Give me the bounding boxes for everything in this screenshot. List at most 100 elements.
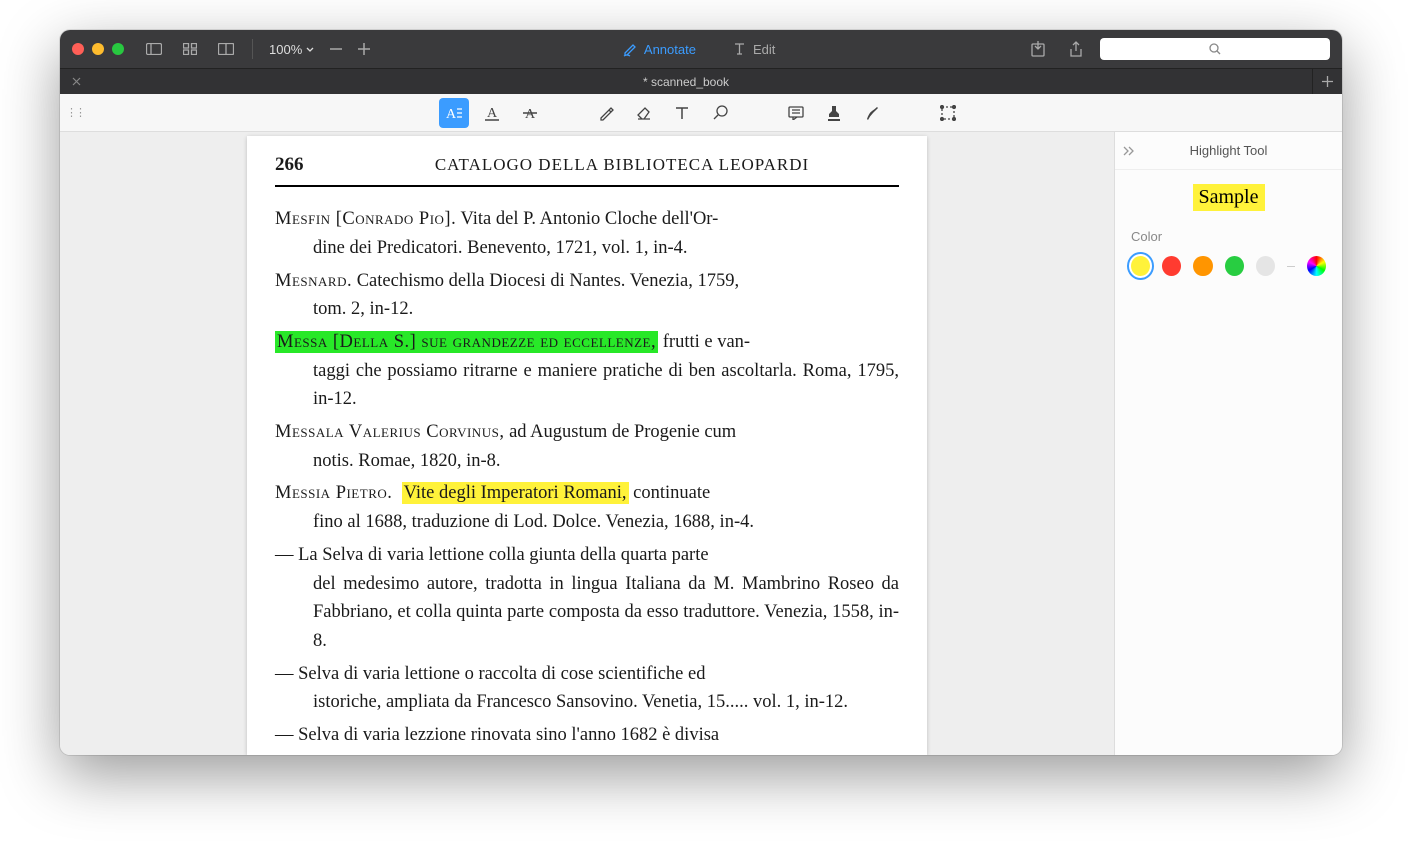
catalog-entry: Messia Pietro. Vite degli Imperatori Rom… [275, 479, 899, 536]
annotate-mode-button[interactable]: Annotate [615, 38, 704, 61]
zoom-out-button[interactable] [326, 35, 346, 63]
import-icon[interactable] [1024, 35, 1052, 63]
tabbar: * scanned_book [60, 68, 1342, 94]
zoom-level-label: 100% [269, 42, 302, 57]
color-swatches [1131, 256, 1326, 276]
entry-author: Messia Pietro. [275, 483, 392, 503]
signature-tool-button[interactable] [857, 98, 887, 128]
selection-tool-button[interactable] [933, 98, 963, 128]
zoom-control[interactable]: 100% [265, 42, 318, 57]
text-cursor-icon [732, 42, 747, 56]
color-swatch-orange[interactable] [1193, 256, 1212, 276]
catalog-entry: — Selva di varia lezzione rinovata sino … [275, 721, 899, 755]
app-window: 100% Annotate Edit [60, 30, 1342, 755]
highlight-tool-button[interactable]: A [439, 98, 469, 128]
page-header: 266 CATALOGO DELLA BIBLIOTECA LEOPARDI [275, 150, 899, 187]
catalog-entry: — La Selva di varia lettione colla giunt… [275, 541, 899, 656]
entry-text: Catechismo della Diocesi di Nantes. Vene… [352, 271, 739, 291]
eraser-tool-button[interactable] [629, 98, 659, 128]
underline-tool-button[interactable]: A [477, 98, 507, 128]
zoom-in-button[interactable] [354, 35, 374, 63]
page-header-title: CATALOGO DELLA BIBLIOTECA LEOPARDI [345, 152, 899, 178]
entry-text: del medesimo autore, tradotta in lingua … [275, 570, 899, 656]
note-tool-button[interactable] [781, 98, 811, 128]
sidebar-header: Highlight Tool [1115, 132, 1342, 170]
callout-tool-button[interactable] [705, 98, 735, 128]
entry-author: Messala Valerius Corvinus, [275, 422, 504, 442]
divider [1287, 266, 1295, 267]
entry-text: ad Augustum de Progenie cum [504, 422, 736, 442]
entry-dash: — [275, 664, 294, 684]
pencil-tool-button[interactable] [591, 98, 621, 128]
grid-view-icon[interactable] [176, 35, 204, 63]
catalog-entry: Mesnard. Catechismo della Diocesi di Nan… [275, 267, 899, 324]
share-icon[interactable] [1062, 35, 1090, 63]
entry-text: dine dei Predicatori. Benevento, 1721, v… [275, 234, 899, 263]
minimize-window-button[interactable] [92, 43, 104, 55]
close-tab-button[interactable] [68, 74, 84, 90]
color-label: Color [1131, 229, 1326, 244]
mode-switcher: Annotate Edit [615, 38, 783, 61]
search-input[interactable] [1100, 38, 1330, 60]
text-tool-button[interactable] [667, 98, 697, 128]
document-page: 266 CATALOGO DELLA BIBLIOTECA LEOPARDI M… [247, 136, 927, 755]
close-window-button[interactable] [72, 43, 84, 55]
color-swatch-gray[interactable] [1256, 256, 1275, 276]
strikethrough-tool-button[interactable]: A [515, 98, 545, 128]
color-swatch-red[interactable] [1162, 256, 1181, 276]
color-swatch-yellow[interactable] [1131, 256, 1150, 276]
catalog-entry: Messa [Della S.] sue grandezze ed eccell… [275, 328, 899, 414]
page-number: 266 [275, 150, 345, 179]
entry-text: Selva di varia lezzione rinovata sino l'… [294, 725, 720, 745]
chevron-right-double-icon [1123, 146, 1135, 156]
edit-label: Edit [753, 42, 775, 57]
entry-text: Vita del P. Antonio Cloche dell'Or- [456, 209, 718, 229]
chevron-down-icon [306, 47, 314, 52]
entry-text: Selva di varia lettione o raccolta di co… [294, 664, 706, 684]
entry-text: fino al 1688, traduzione di Lod. Dolce. … [275, 508, 899, 537]
entry-author: Mesfin [Conrado Pio]. [275, 209, 456, 229]
entry-dash: — [275, 725, 294, 745]
highlight-sample: Sample [1193, 184, 1265, 211]
color-picker-button[interactable] [1307, 256, 1326, 276]
svg-text:A: A [487, 106, 498, 121]
fullscreen-window-button[interactable] [112, 43, 124, 55]
divider [252, 39, 253, 59]
entry-dash: — [275, 545, 294, 565]
catalog-entry: Messala Valerius Corvinus, ad Augustum d… [275, 418, 899, 475]
entry-text: frutti e van- [658, 332, 750, 352]
entry-text: notis. Romae, 1820, in-8. [275, 447, 899, 476]
catalog-entry: — Selva di varia lettione o raccolta di … [275, 660, 899, 717]
color-section: Color [1115, 229, 1342, 276]
content-area: 266 CATALOGO DELLA BIBLIOTECA LEOPARDI M… [60, 132, 1342, 755]
entry-text: continuate [629, 483, 711, 503]
green-highlight[interactable]: Messa [Della S.] sue grandezze ed eccell… [275, 331, 658, 353]
page-viewport[interactable]: 266 CATALOGO DELLA BIBLIOTECA LEOPARDI M… [60, 132, 1114, 755]
annotate-label: Annotate [644, 42, 696, 57]
collapse-sidebar-button[interactable] [1123, 146, 1135, 156]
entry-text: taggi che possiamo ritrarne e maniere pr… [275, 357, 899, 414]
color-swatch-green[interactable] [1225, 256, 1244, 276]
search-icon [1209, 43, 1221, 55]
new-tab-button[interactable] [1312, 69, 1342, 94]
titlebar: 100% Annotate Edit [60, 30, 1342, 68]
inspector-sidebar: Highlight Tool Sample Color [1114, 132, 1342, 755]
pencil-draw-icon [623, 42, 638, 57]
entry-text: tom. 2, in-12. [275, 295, 899, 324]
traffic-lights [72, 43, 124, 55]
yellow-highlight[interactable]: Vite degli Imperatori Romani, [402, 482, 629, 504]
tab-title: * scanned_book [643, 75, 729, 89]
entry-text: La Selva di varia lettione colla giunta … [294, 545, 709, 565]
sidebar-toggle-icon[interactable] [140, 35, 168, 63]
edit-mode-button[interactable]: Edit [724, 38, 783, 61]
page-handle[interactable]: ⋮⋮ [66, 106, 84, 119]
svg-text:A: A [446, 107, 457, 121]
annotation-toolbar: ⋮⋮ A A A [60, 94, 1342, 132]
catalog-entry: Mesfin [Conrado Pio]. Vita del P. Antoni… [275, 205, 899, 262]
entry-text: in sette parti, da Mambrino Roseo, Franc… [275, 750, 899, 755]
document-tab[interactable]: * scanned_book [60, 69, 1312, 94]
sidebar-title: Highlight Tool [1190, 143, 1268, 158]
two-page-view-icon[interactable] [212, 35, 240, 63]
svg-text:A: A [525, 107, 536, 121]
stamp-tool-button[interactable] [819, 98, 849, 128]
